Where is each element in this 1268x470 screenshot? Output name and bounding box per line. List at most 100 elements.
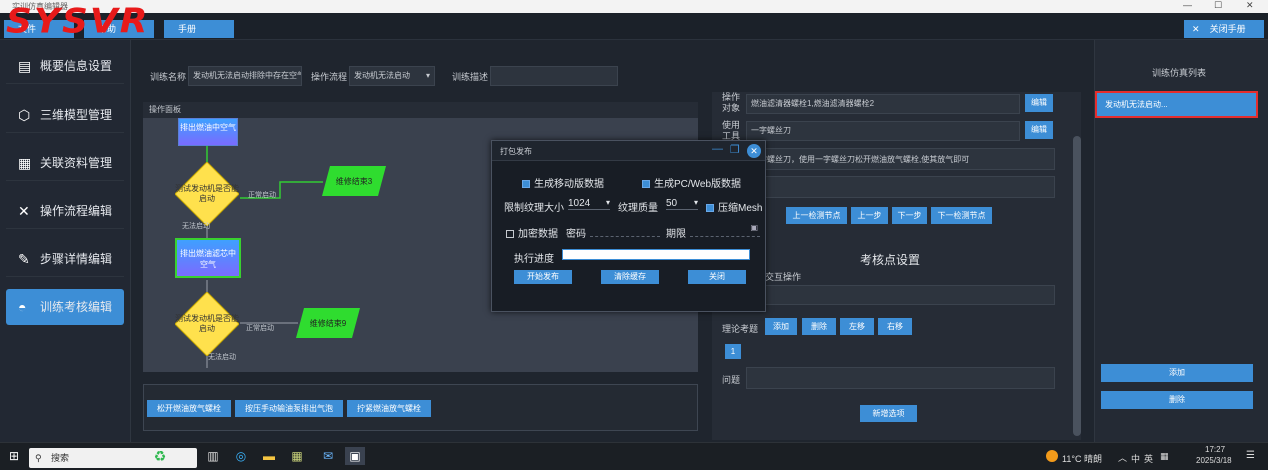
desc-input[interactable] [490,66,618,86]
top-toolbar: 文件 帮助 手册 ✕ 关闭手册 [0,13,1268,40]
flow-end-2[interactable]: 维修结束9 [296,308,360,338]
name-label: 训练名称 [150,72,187,82]
next-node-button[interactable]: 下一检测节点 [931,207,992,224]
dialog-restore-icon[interactable]: ❐ [730,143,740,156]
checkbox-checked-icon [706,204,714,212]
step-tighten-button[interactable]: 拧紧燃油放气螺栓 [347,400,431,417]
name-input[interactable]: 发动机无法启动排除中存在空气 [188,66,302,86]
flow-label: 操作流程 [311,72,348,82]
question-label: 问题 [722,375,741,385]
sidebar-item-flow[interactable]: ✕ 操作流程编辑 [6,193,124,229]
theory-add-button[interactable]: 添加 [765,318,797,335]
checkbox-unchecked-icon [506,230,514,238]
next-step-button[interactable]: 下一步 [892,207,927,224]
cube-icon: ⬡ [18,107,31,123]
flow-select[interactable]: 发动机无法启动 ▾ [349,66,435,86]
step-pump-button[interactable]: 按压手动输油泵排出气泡 [235,400,343,417]
vr-icon: ◓ [18,299,27,315]
sidebar-item-overview[interactable]: ▤ 概要信息设置 [6,48,124,84]
tool-input[interactable]: 一字螺丝刀 [746,121,1020,141]
sidebar-item-resources[interactable]: ▦ 关联资料管理 [6,145,124,181]
question-page-1[interactable]: 1 [725,344,741,359]
tray-chevron-icon[interactable]: ︿ [1118,451,1127,464]
notification-icon[interactable]: ☰ [1246,450,1255,461]
tex-limit-select[interactable]: 1024 ▾ [568,198,610,210]
clock-time[interactable]: 17:27 [1205,445,1225,454]
app-icon[interactable]: ▦ [287,447,307,465]
sidebar-item-training[interactable]: ◓ 训练考核编辑 [6,289,124,325]
active-app-icon[interactable]: ▣ [345,447,365,465]
recycle-icon[interactable]: ♻ [150,447,170,465]
gen-mobile-checkbox[interactable]: 生成移动版数据 [522,175,604,190]
flow-decision-2[interactable]: 测试发动机是否能启动 [175,292,239,356]
sidebar-item-model[interactable]: ⬡ 三维模型管理 [6,97,124,133]
check-point-title: 考核点设置 [860,253,921,267]
maximize-button[interactable]: ☐ [1214,0,1222,11]
clear-cache-button[interactable]: 清除缓存 [601,270,659,284]
start-publish-button[interactable]: 开始发布 [514,270,572,284]
dialog-minimize-icon[interactable]: — [712,143,723,155]
panel-scrollbar[interactable] [1073,136,1081,436]
progress-bar [562,249,750,260]
expire-label: 期限 [666,229,686,240]
clock-date[interactable]: 2025/3/18 [1196,456,1232,465]
interact-input[interactable] [746,285,1055,305]
flow-node-drain-fuel[interactable]: 排出燃油中空气 [178,118,238,146]
flow-label-no-2: 无法启动 [208,354,236,361]
minimize-button[interactable]: — [1183,0,1192,10]
step-loosen-button[interactable]: 松开燃油放气螺栓 [147,400,231,417]
mail-icon[interactable]: ✉ [318,447,338,465]
desc-label: 训练描述 [452,72,489,82]
flow-label-yes-1: 正常启动 [248,192,276,199]
op-object-input[interactable]: 燃油滤清器螺栓1,燃油滤清器螺栓2 [746,94,1020,114]
folder-icon[interactable]: ▬ [259,447,279,465]
theory-label: 理论考题 [722,324,759,334]
edge-icon[interactable]: ◎ [231,447,251,465]
tray-app-icon[interactable]: ▦ [1160,451,1169,462]
close-manual-button[interactable]: ✕ 关闭手册 [1184,20,1264,38]
dialog-close-icon[interactable]: ✕ [747,144,761,158]
chevron-down-icon: ▾ [693,198,698,207]
theory-delete-button[interactable]: 删除 [802,318,836,335]
edit-tool-button[interactable]: 编辑 [1025,121,1053,139]
clipboard-icon: ▤ [18,58,32,74]
question-input[interactable] [746,367,1055,389]
publish-dialog: 打包发布 — ❐ ✕ 生成移动版数据 生成PC/Web版数据 限制纹理大小 10… [491,140,766,312]
taskbar-search[interactable]: ⚲ 搜索 [29,448,197,468]
password-input[interactable] [590,223,660,237]
gen-pc-checkbox[interactable]: 生成PC/Web版数据 [642,175,741,190]
new-option-button[interactable]: 新增选项 [860,405,917,422]
flow-decision-1[interactable]: 测试发动机是否能启动 [175,162,239,226]
tex-quality-select[interactable]: 50 ▾ [666,198,698,210]
training-list-item[interactable]: 发动机无法启动... [1095,91,1258,118]
ime-indicator[interactable]: 中 [1131,452,1140,465]
step-desc-input[interactable]: 一字螺丝刀，使用一字螺丝刀松开燃油放气螺栓,使其放气即可 [746,148,1055,170]
flow-node-drain-filter[interactable]: 排出燃油滤芯中空气 [175,238,241,278]
list-delete-button[interactable]: 删除 [1101,391,1253,409]
training-list-title: 训练仿真列表 [1152,68,1207,78]
dialog-close-button[interactable]: 关闭 [688,270,746,284]
calendar-icon: ▣ [750,223,758,232]
expire-input[interactable]: ▣ [690,223,760,237]
prev-node-button[interactable]: 上一检测节点 [786,207,847,224]
flow-end-1[interactable]: 维修结束3 [322,166,386,196]
tex-quality-label: 纹理质量 [618,203,658,214]
task-view-icon[interactable]: ▥ [203,447,223,465]
tool-label: 使用工具 [722,120,741,141]
list-add-button[interactable]: 添加 [1101,364,1253,382]
sidebar-item-steps[interactable]: ✎ 步骤详情编辑 [6,241,124,277]
password-label: 密码 [566,229,586,240]
compress-mesh-checkbox[interactable]: 压缩Mesh [706,199,762,214]
prev-step-button[interactable]: 上一步 [851,207,888,224]
theory-left-button[interactable]: 左移 [840,318,874,335]
edit-object-button[interactable]: 编辑 [1025,94,1053,112]
lang-indicator[interactable]: 英 [1144,452,1153,465]
step-extra-input[interactable] [746,176,1055,198]
close-window-button[interactable]: ✕ [1246,0,1254,11]
theory-right-button[interactable]: 右移 [878,318,912,335]
checkbox-checked-icon [642,180,650,188]
toolbar-manual-button[interactable]: 手册 [164,20,234,38]
encrypt-checkbox[interactable]: 加密数据 [506,225,558,240]
weather-text[interactable]: 11°C 晴朗 [1062,452,1102,465]
windows-start-icon[interactable]: ⊞ [4,447,24,465]
